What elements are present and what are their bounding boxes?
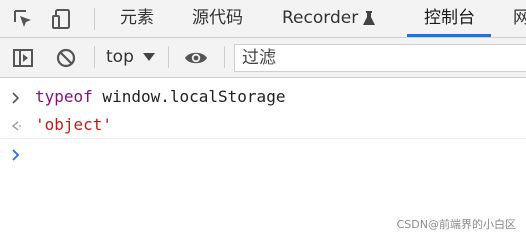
console-toolbar: top	[0, 38, 526, 78]
tab-recorder[interactable]: Recorder	[282, 0, 358, 37]
console-result-value: 'object'	[35, 111, 112, 139]
active-tab-indicator	[407, 34, 491, 37]
input-chevron-icon	[12, 92, 20, 104]
console-input-code: typeof window.localStorage	[35, 83, 285, 111]
execution-context-select[interactable]: top	[106, 38, 134, 77]
code-expression: window.localStorage	[92, 87, 286, 106]
console-input-row: typeof window.localStorage	[0, 83, 526, 111]
result-string: 'object'	[35, 115, 113, 134]
devtools-tab-bar: 元素 源代码 Recorder 控制台 网	[0, 0, 526, 38]
tab-sources[interactable]: 源代码	[192, 0, 243, 37]
dropdown-arrow-icon[interactable]	[143, 53, 155, 62]
device-toolbar-icon[interactable]	[51, 7, 75, 31]
watermark: CSDN@前端界的小白区	[396, 218, 516, 231]
filter-box	[234, 44, 526, 72]
inspect-element-icon[interactable]	[11, 7, 35, 31]
console-divider	[0, 138, 526, 139]
result-arrow-icon	[11, 121, 21, 131]
toolbar-separator	[224, 46, 225, 68]
tab-network[interactable]: 网	[513, 0, 526, 37]
live-expression-eye-icon[interactable]	[184, 46, 208, 70]
sidebar-toggle-icon[interactable]	[11, 46, 35, 70]
console-prompt-row[interactable]	[0, 140, 526, 168]
toolbar-separator	[168, 46, 169, 68]
flask-icon	[363, 11, 375, 25]
toolbar-separator	[94, 8, 95, 30]
filter-input[interactable]	[235, 45, 522, 71]
prompt-chevron-icon	[12, 149, 20, 161]
tab-recorder-label: Recorder	[282, 8, 359, 28]
tab-elements[interactable]: 元素	[120, 0, 154, 37]
code-keyword: typeof	[35, 87, 93, 106]
tab-console[interactable]: 控制台	[424, 0, 475, 37]
toolbar-separator	[94, 46, 95, 68]
console-result-row: 'object'	[0, 111, 526, 139]
clear-console-icon[interactable]	[54, 46, 78, 70]
